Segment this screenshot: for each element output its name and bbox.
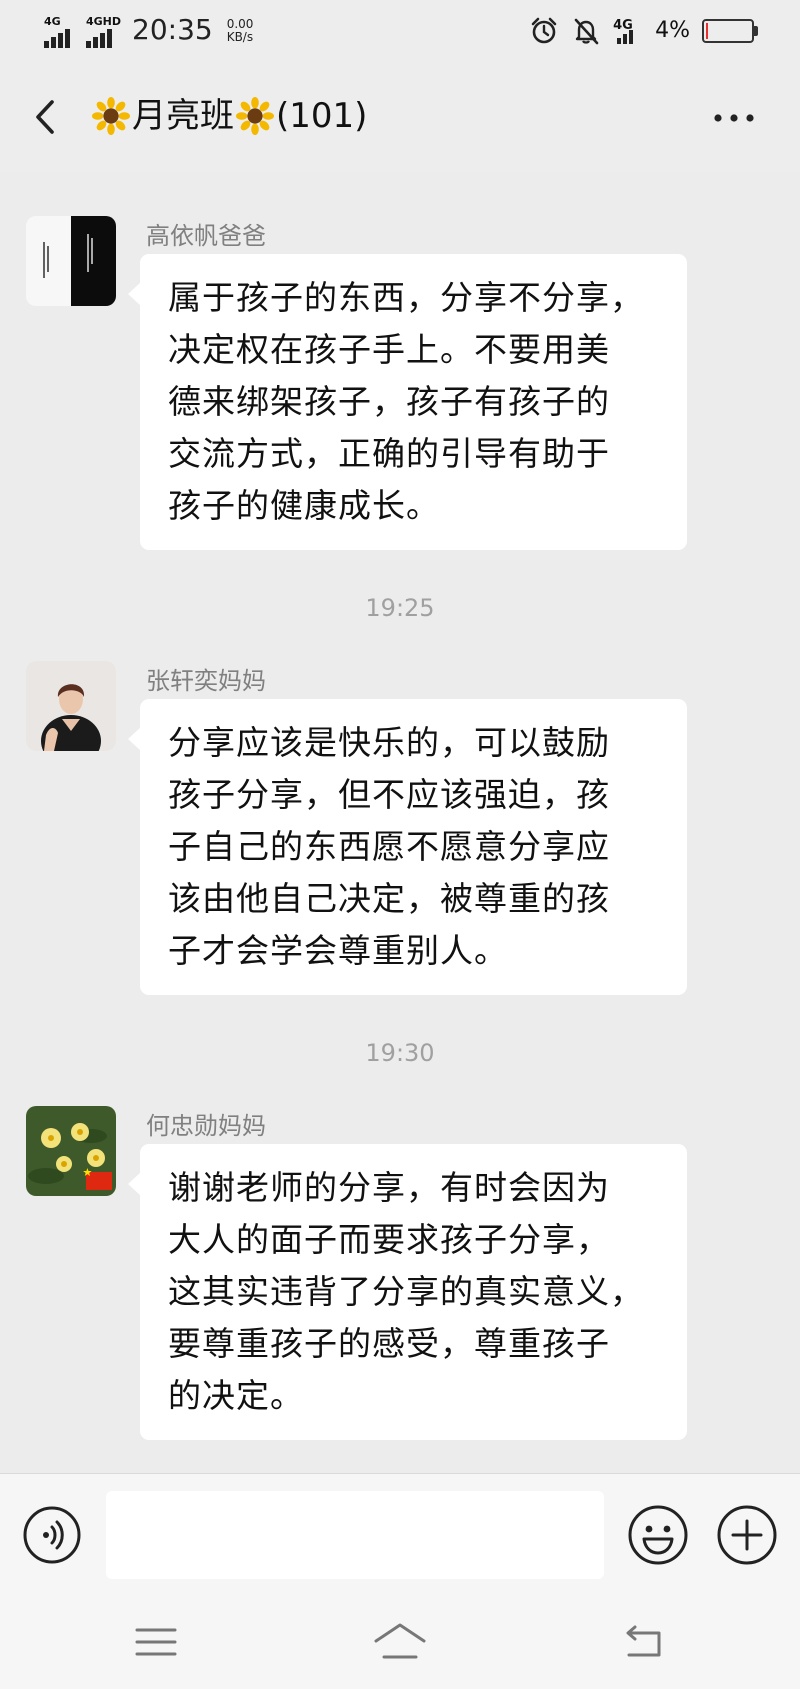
member-count: (101) [276, 96, 368, 136]
flowers-avatar [26, 1106, 116, 1196]
sender-avatar[interactable] [26, 1106, 116, 1196]
message-bubble[interactable]: 分享应该是快乐的，可以鼓励 孩子分享，但不应该强迫，孩 子自己的东西愿不愿意分享… [128, 699, 687, 995]
input-bar [0, 1473, 800, 1596]
sender-name: 高依帆爸爸 [146, 222, 266, 250]
battery-fill [706, 23, 708, 39]
message-bubble[interactable]: 谢谢老师的分享，有时会因为 大人的面子而要求孩子分享， 这其实违背了分享的真实意… [128, 1144, 687, 1440]
sunflower-icon [236, 97, 274, 135]
sender-name: 何忠勋妈妈 [146, 1112, 266, 1140]
sender-avatar[interactable] [26, 661, 116, 751]
voice-icon[interactable] [22, 1505, 82, 1565]
chat-title-text: 月亮班 [132, 96, 234, 136]
sunflower-icon [92, 97, 130, 135]
network-type-1: 4G [44, 15, 61, 28]
message-bubble[interactable]: 属于孩子的东西，分享不分享， 决定权在孩子手上。不要用美 德来绑架孩子，孩子有孩… [128, 254, 687, 550]
signal-4g-icon: 4G [613, 16, 643, 46]
time-separator: 19:30 [365, 1039, 435, 1067]
emoji-icon[interactable] [627, 1504, 689, 1566]
speed-unit: KB/s [226, 30, 254, 44]
signal-icon-2: 4GHD [86, 15, 122, 48]
mute-bell-icon [574, 18, 599, 45]
status-right: 4G 4% [529, 14, 758, 48]
status-left: 4G 4GHD 20:35 0.00 KB/s [44, 12, 253, 48]
battery-icon [702, 19, 758, 43]
clipped-timestamp [345, 150, 455, 168]
more-dots-icon[interactable] [704, 98, 764, 138]
time-separator: 19:25 [365, 594, 435, 622]
network-type-2: 4GHD [86, 15, 122, 28]
system-navigation-bar [0, 1595, 800, 1689]
sender-name: 张轩奕妈妈 [146, 667, 266, 695]
signal-icon: 4G [44, 16, 78, 48]
sender-avatar[interactable] [26, 216, 116, 306]
message-input[interactable] [106, 1491, 604, 1579]
plus-icon[interactable] [716, 1504, 778, 1566]
menu-icon[interactable] [127, 1617, 187, 1667]
alarm-icon [531, 17, 557, 44]
battery-percent: 4% [655, 18, 690, 43]
status-time: 20:35 [132, 13, 213, 46]
status-bar: 4G 4GHD 20:35 0.00 KB/s 4G 4% [0, 0, 800, 62]
home-icon[interactable] [370, 1617, 430, 1667]
network-speed: 0.00 KB/s [227, 18, 254, 44]
portrait-avatar [26, 661, 116, 751]
chevron-left-icon[interactable] [26, 92, 66, 142]
chat-title: 月亮班 (101) [92, 86, 367, 146]
calligraphy-avatar [26, 216, 116, 306]
back-arrow-icon[interactable] [615, 1617, 675, 1667]
